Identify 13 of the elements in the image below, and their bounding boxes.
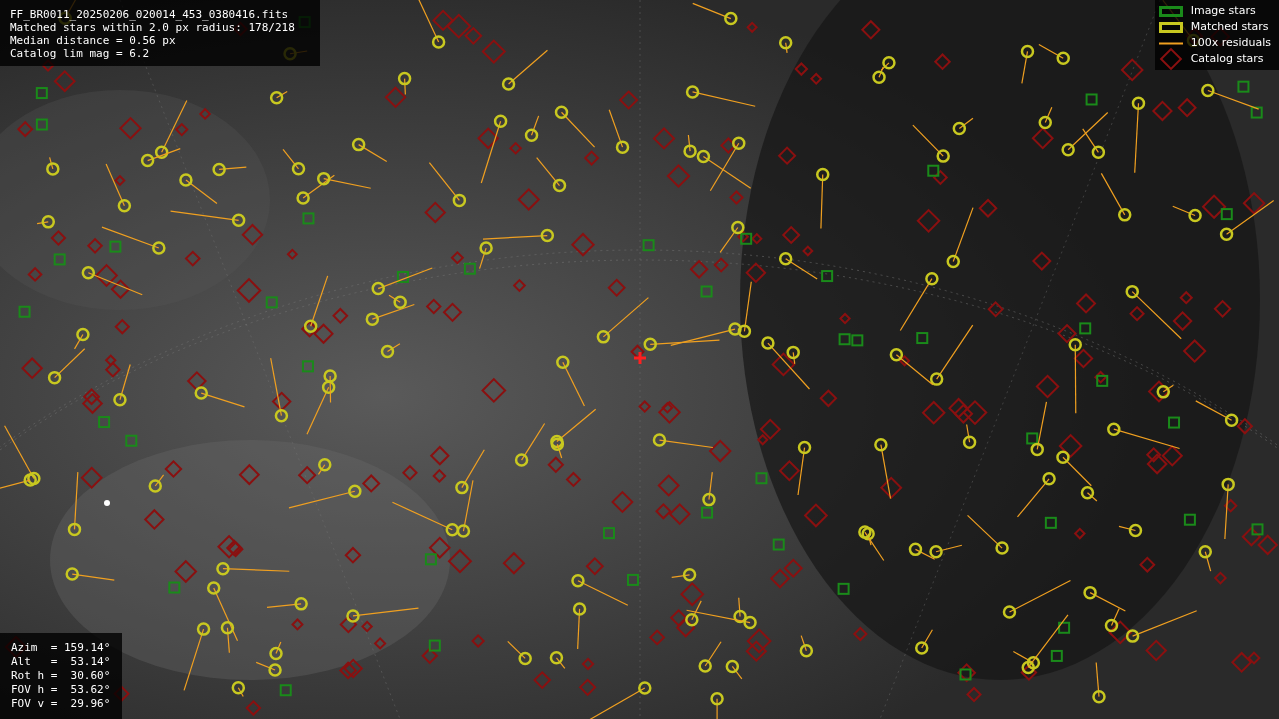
legend-label: 100x residuals bbox=[1190, 36, 1271, 50]
pointing-text: Rot h = 30.60° bbox=[11, 669, 112, 683]
info-text: Median distance = 0.56 px bbox=[10, 34, 177, 47]
pointing-text: Alt = 53.14° bbox=[11, 655, 112, 669]
legend-label: Image stars bbox=[1190, 4, 1256, 18]
pointing-text: FOV h = 53.62° bbox=[11, 683, 112, 697]
pointing-text: Azim = 159.14° bbox=[11, 641, 112, 655]
info-text: FF_BR0011_20250206_020014_453_0380416.fits bbox=[10, 8, 290, 21]
pointing-text: FOV v = 29.96° bbox=[11, 697, 112, 711]
info-text: Matched stars within 2.0 px radius: 178/218 bbox=[10, 21, 296, 34]
legend-label: Matched stars bbox=[1190, 20, 1269, 34]
info-text: Catalog lim mag = 6.2 bbox=[10, 47, 151, 60]
legend-label: Catalog stars bbox=[1190, 52, 1264, 66]
